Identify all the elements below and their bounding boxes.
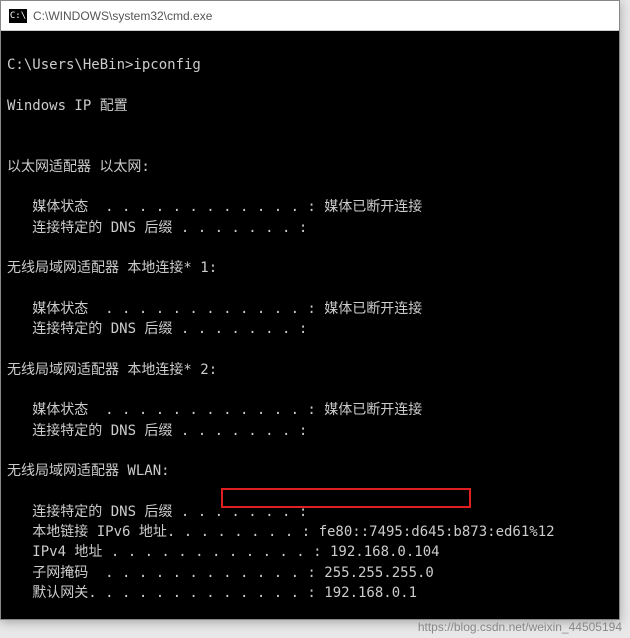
- output-line: 默认网关. . . . . . . . . . . . . : 192.168.…: [7, 583, 613, 603]
- output-line: [7, 177, 613, 197]
- cmd-window: C:\ C:\WINDOWS\system32\cmd.exe C:\Users…: [0, 0, 620, 620]
- watermark-text: https://blog.csdn.net/weixin_44505194: [418, 620, 622, 634]
- output-line: [7, 603, 613, 619]
- output-line: 媒体状态 . . . . . . . . . . . . : 媒体已断开连接: [7, 400, 613, 420]
- output-line: [7, 76, 613, 96]
- output-line: [7, 380, 613, 400]
- output-line: [7, 279, 613, 299]
- output-line: [7, 339, 613, 359]
- output-line: 以太网适配器 以太网:: [7, 157, 613, 177]
- output-line: 无线局域网适配器 WLAN:: [7, 461, 613, 481]
- output-line: 连接特定的 DNS 后缀 . . . . . . . :: [7, 502, 613, 522]
- output-line: [7, 136, 613, 156]
- output-line: 无线局域网适配器 本地连接* 1:: [7, 258, 613, 278]
- output-line: 无线局域网适配器 本地连接* 2:: [7, 360, 613, 380]
- terminal-output[interactable]: C:\Users\HeBin>ipconfig Windows IP 配置 以太…: [1, 31, 619, 619]
- titlebar[interactable]: C:\ C:\WINDOWS\system32\cmd.exe: [1, 1, 619, 31]
- output-line: 连接特定的 DNS 后缀 . . . . . . . :: [7, 218, 613, 238]
- output-line: [7, 35, 613, 55]
- output-line: 子网掩码 . . . . . . . . . . . . : 255.255.2…: [7, 563, 613, 583]
- output-line: 连接特定的 DNS 后缀 . . . . . . . :: [7, 421, 613, 441]
- output-line: [7, 238, 613, 258]
- output-line: C:\Users\HeBin>ipconfig: [7, 55, 613, 75]
- output-line: Windows IP 配置: [7, 96, 613, 116]
- output-line: 本地链接 IPv6 地址. . . . . . . . : fe80::7495…: [7, 522, 613, 542]
- output-line: [7, 116, 613, 136]
- output-line: [7, 441, 613, 461]
- output-line: [7, 482, 613, 502]
- output-line: 媒体状态 . . . . . . . . . . . . : 媒体已断开连接: [7, 299, 613, 319]
- output-line: IPv4 地址 . . . . . . . . . . . . : 192.16…: [7, 542, 613, 562]
- output-line: 媒体状态 . . . . . . . . . . . . : 媒体已断开连接: [7, 197, 613, 217]
- window-title: C:\WINDOWS\system32\cmd.exe: [33, 9, 212, 23]
- cmd-icon: C:\: [9, 9, 27, 23]
- output-line: 连接特定的 DNS 后缀 . . . . . . . :: [7, 319, 613, 339]
